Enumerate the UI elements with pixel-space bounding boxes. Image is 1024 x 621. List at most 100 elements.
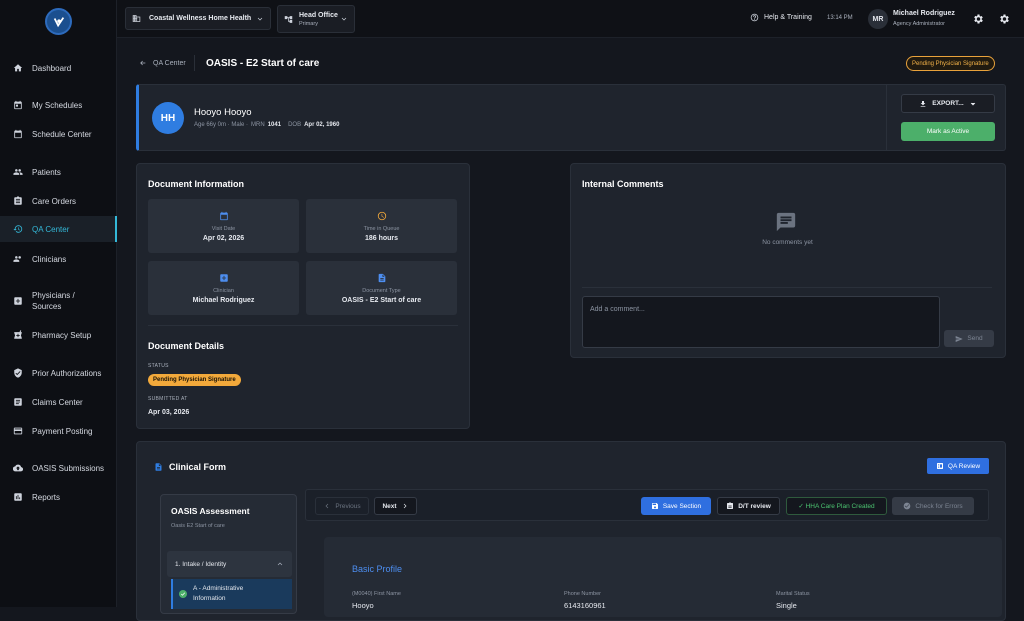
chevron-right-icon — [403, 503, 407, 509]
calendar-icon — [13, 100, 23, 110]
document-icon — [155, 463, 162, 471]
sidebar-item-prior-authorizations[interactable]: Prior Authorizations — [0, 366, 117, 380]
download-icon — [920, 100, 926, 107]
phone-value[interactable]: 6143160961 — [564, 601, 606, 610]
subsection-label-line2: Information — [193, 595, 226, 602]
dob-label: DOB — [288, 122, 302, 128]
qa-review-label: QA Review — [947, 462, 981, 470]
oasis-subtitle: Oasis E2 Start of care — [171, 523, 225, 529]
previous-button[interactable]: Previous — [315, 497, 369, 515]
medical-plus-icon — [13, 296, 23, 306]
comment-input[interactable]: Add a comment... — [582, 296, 940, 348]
save-icon — [651, 503, 658, 509]
subsection-label: A - Administrative — [193, 585, 244, 592]
first-name-value[interactable]: Hooyo — [352, 601, 374, 610]
list-icon — [13, 397, 23, 407]
sidebar-item-payment-posting[interactable]: Payment Posting — [0, 424, 117, 438]
hha-care-plan-button[interactable]: ✓ HHA Care Plan Created — [786, 497, 887, 515]
page-title: OASIS - E2 Start of care — [206, 58, 320, 69]
status-label: STATUS — [148, 363, 169, 369]
document-details-title: Document Details — [148, 341, 225, 351]
subsection-administrative-info[interactable]: A - Administrative Information — [171, 579, 292, 609]
status-badge: Pending Physician Signature — [906, 56, 995, 71]
first-name-label: (M0040) First Name — [352, 591, 401, 597]
credit-card-icon — [13, 426, 23, 436]
clock-icon — [377, 211, 386, 220]
organization-name: Coastal Wellness Home Health — [149, 15, 252, 22]
organization-select[interactable]: Coastal Wellness Home Health — [125, 7, 271, 30]
sidebar-item-patients[interactable]: Patients — [0, 165, 117, 179]
sidebar-item-qa-center[interactable]: QA Center — [0, 216, 117, 242]
qa-review-button[interactable]: QA Review — [927, 458, 989, 474]
sidebar-item-care-orders[interactable]: Care Orders — [0, 194, 117, 208]
user-avatar[interactable]: MR — [868, 9, 888, 29]
clinician-tile: Clinician Michael Rodriguez — [148, 261, 299, 315]
sidebar-item-claims-center[interactable]: Claims Center — [0, 395, 117, 409]
check-errors-label: Check for Errors — [915, 502, 963, 510]
sidebar-item-schedule-center[interactable]: Schedule Center — [0, 127, 117, 141]
export-button[interactable]: EXPORT... — [901, 94, 995, 113]
sidebar-item-clinicians[interactable]: Clinicians — [0, 252, 117, 266]
history-icon — [13, 224, 23, 234]
building-icon — [132, 14, 141, 23]
patient-name: Hooyo Hooyo — [194, 107, 252, 118]
clinical-form-title: Clinical Form — [169, 462, 227, 472]
sidebar-item-dashboard[interactable]: Dashboard — [0, 61, 117, 75]
back-link[interactable]: QA Center — [139, 59, 186, 67]
calendar-grid-icon — [13, 129, 23, 139]
check-errors-button[interactable]: Check for Errors — [892, 497, 974, 515]
section-intake-identity[interactable]: 1. Intake / Identity — [167, 551, 292, 577]
check-circle-icon — [903, 502, 911, 510]
admin-settings-button[interactable] — [998, 13, 1010, 25]
back-label: QA Center — [153, 59, 186, 67]
section-divider — [148, 325, 458, 326]
mark-active-button[interactable]: Mark as Active — [901, 122, 995, 141]
pharmacy-icon — [13, 330, 23, 340]
submitted-value: Apr 03, 2026 — [148, 409, 190, 416]
gear-icon — [998, 13, 1010, 25]
app-logo[interactable] — [45, 8, 72, 35]
previous-label: Previous — [335, 502, 361, 510]
marital-status-value[interactable]: Single — [776, 601, 797, 610]
patient-card: HH Hooyo Hooyo Age 66y 0m · Male · MRN 1… — [136, 84, 1006, 151]
office-select[interactable]: Head Office Primary — [277, 5, 355, 33]
help-training-link[interactable]: Help & Training — [750, 13, 812, 22]
tile-value: 186 hours — [364, 234, 399, 242]
document-information-panel: Document Information Visit Date Apr 02, … — [136, 163, 470, 429]
sidebar-item-label-line2: Sources — [32, 302, 62, 311]
review-icon — [936, 463, 943, 469]
help-label: Help & Training — [764, 14, 812, 21]
save-section-button[interactable]: Save Section — [641, 497, 711, 515]
sidebar: Dashboard My Schedules Schedule Center P… — [0, 0, 117, 607]
comment-icon — [775, 211, 797, 238]
settings-gear-button[interactable] — [972, 13, 984, 25]
sidebar-item-reports[interactable]: Reports — [0, 490, 117, 504]
chevron-left-icon — [325, 503, 329, 509]
sidebar-item-label: Physicians / — [32, 291, 75, 300]
next-button[interactable]: Next — [374, 497, 417, 515]
sidebar-item-physicians-sources[interactable]: Physicians / Sources — [0, 289, 117, 313]
current-time: 13:14 PM — [827, 15, 853, 21]
user-name[interactable]: Michael Rodriguez — [893, 10, 955, 17]
medical-plus-icon — [219, 273, 228, 282]
clipboard-icon — [727, 502, 734, 509]
tile-value: Michael Rodriguez — [192, 296, 255, 304]
office-name: Head Office — [299, 11, 338, 19]
sidebar-item-oasis-submissions[interactable]: OASIS Submissions — [0, 461, 117, 475]
dt-review-button[interactable]: D/T review — [717, 497, 780, 515]
sidebar-item-my-schedules[interactable]: My Schedules — [0, 98, 117, 112]
mrn-label: MRN — [251, 122, 265, 128]
send-icon — [956, 335, 964, 342]
send-button[interactable]: Send — [944, 330, 994, 347]
main-content: QA Center OASIS - E2 Start of care Pendi… — [117, 38, 1024, 621]
dt-review-label: D/T review — [738, 502, 771, 510]
office-type: Primary — [299, 20, 318, 27]
check-circle-icon — [179, 590, 187, 598]
next-label: Next — [382, 502, 397, 510]
logo-icon — [53, 16, 64, 27]
internal-comments-title: Internal Comments — [582, 179, 664, 189]
sidebar-item-pharmacy-setup[interactable]: Pharmacy Setup — [0, 328, 117, 342]
visit-date-tile: Visit Date Apr 02, 2026 — [148, 199, 299, 253]
oasis-title: OASIS Assessment — [171, 506, 250, 516]
document-icon — [378, 273, 385, 282]
